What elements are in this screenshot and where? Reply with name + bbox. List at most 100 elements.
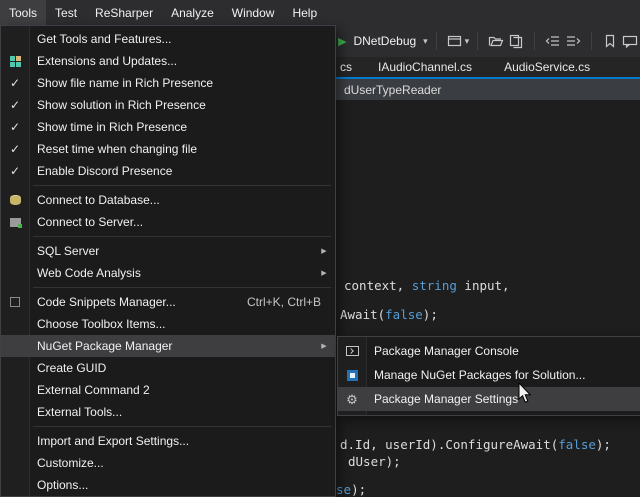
menu-item-label: Connect to Database... bbox=[29, 193, 160, 207]
tab-label: cs bbox=[340, 60, 352, 74]
checkmark-icon: ✓ bbox=[10, 164, 20, 178]
menubar-item-test[interactable]: Test bbox=[46, 0, 86, 25]
menu-item-label: Choose Toolbox Items... bbox=[29, 317, 166, 331]
menu-item-web-code-analysis[interactable]: Web Code Analysis ▶ bbox=[1, 262, 335, 284]
menu-gutter: ✓ bbox=[1, 164, 29, 178]
menu-item-manage-nuget-packages-for-solution[interactable]: Manage NuGet Packages for Solution... bbox=[338, 363, 640, 387]
menu-item-show-solution-rich-presence[interactable]: ✓ Show solution in Rich Presence bbox=[1, 94, 335, 116]
code-snippets-icon bbox=[10, 297, 20, 307]
menu-item-choose-toolbox-items[interactable]: Choose Toolbox Items... bbox=[1, 313, 335, 335]
code-line-duser: dUser); bbox=[348, 454, 401, 469]
checkmark-icon: ✓ bbox=[10, 98, 20, 112]
menu-item-external-tools[interactable]: External Tools... bbox=[1, 401, 335, 423]
menu-item-external-command-2[interactable]: External Command 2 bbox=[1, 379, 335, 401]
menu-item-connect-to-database[interactable]: Connect to Database... bbox=[1, 189, 335, 211]
menu-item-show-file-name-rich-presence[interactable]: ✓ Show file name in Rich Presence bbox=[1, 72, 335, 94]
menu-gutter bbox=[1, 56, 29, 67]
menu-item-package-manager-console[interactable]: Package Manager Console bbox=[338, 339, 640, 363]
code-line-await: Await(false); bbox=[340, 307, 438, 322]
toolbar-separator bbox=[477, 32, 478, 50]
menu-item-sql-server[interactable]: SQL Server ▶ bbox=[1, 240, 335, 262]
tab-label: AudioService.cs bbox=[504, 60, 590, 74]
menu-item-extensions-and-updates[interactable]: Extensions and Updates... bbox=[1, 50, 335, 72]
menu-item-customize[interactable]: Customize... bbox=[1, 452, 335, 474]
menu-item-label: Import and Export Settings... bbox=[29, 434, 189, 448]
menu-item-create-guid[interactable]: Create GUID bbox=[1, 357, 335, 379]
menubar-item-help[interactable]: Help bbox=[283, 0, 326, 25]
menu-item-connect-to-server[interactable]: Connect to Server... bbox=[1, 211, 335, 233]
menu-item-options[interactable]: Options... bbox=[1, 474, 335, 496]
indent-icon[interactable] bbox=[563, 31, 583, 51]
run-target-label: DNetDebug bbox=[353, 34, 416, 48]
code-line-configureawait: d.Id, userId).ConfigureAwait(false); bbox=[340, 437, 611, 452]
menu-item-show-time-rich-presence[interactable]: ✓ Show time in Rich Presence bbox=[1, 116, 335, 138]
menu-item-reset-time-when-changing-file[interactable]: ✓ Reset time when changing file bbox=[1, 138, 335, 160]
menu-item-label: Manage NuGet Packages for Solution... bbox=[366, 368, 585, 382]
menu-gutter bbox=[338, 346, 366, 356]
type-dropdown[interactable]: dUserTypeReader bbox=[344, 83, 441, 97]
menu-separator bbox=[33, 287, 331, 288]
nuget-packages-icon bbox=[347, 370, 358, 381]
code-text: ); bbox=[351, 482, 366, 497]
menu-item-nuget-package-manager[interactable]: NuGet Package Manager ▶ bbox=[1, 335, 335, 357]
menubar-label: Analyze bbox=[171, 6, 214, 20]
gear-icon: ⚙ bbox=[346, 393, 358, 406]
menubar-label: ReSharper bbox=[95, 6, 153, 20]
code-line-signature: context, string input, bbox=[344, 278, 510, 293]
menu-item-label: Code Snippets Manager... bbox=[29, 295, 176, 309]
menu-item-label: Package Manager Settings bbox=[366, 392, 518, 406]
bookmark-icon[interactable] bbox=[600, 31, 620, 51]
menu-gutter bbox=[338, 370, 366, 381]
menu-item-label: External Tools... bbox=[29, 405, 122, 419]
menubar-label: Test bbox=[55, 6, 77, 20]
menu-item-label: NuGet Package Manager bbox=[29, 339, 172, 353]
tools-menu: Get Tools and Features... Extensions and… bbox=[0, 25, 336, 497]
menu-item-code-snippets-manager[interactable]: Code Snippets Manager... Ctrl+K, Ctrl+B bbox=[1, 291, 335, 313]
menu-item-label: Enable Discord Presence bbox=[29, 164, 172, 178]
menu-gutter: ✓ bbox=[1, 76, 29, 90]
menubar-label: Window bbox=[232, 6, 275, 20]
menu-item-get-tools-and-features[interactable]: Get Tools and Features... bbox=[1, 28, 335, 50]
menu-item-enable-discord-presence[interactable]: ✓ Enable Discord Presence bbox=[1, 160, 335, 182]
submenu-arrow-icon: ▶ bbox=[313, 269, 335, 277]
menu-separator bbox=[33, 426, 331, 427]
toolbar-separator bbox=[591, 32, 592, 50]
menubar-item-resharper[interactable]: ReSharper bbox=[86, 0, 162, 25]
code-text: d.Id, userId).ConfigureAwait( bbox=[340, 437, 558, 452]
outdent-icon[interactable] bbox=[543, 31, 563, 51]
attach-to-process-icon[interactable] bbox=[445, 31, 465, 51]
open-folder-icon[interactable] bbox=[486, 31, 506, 51]
menubar-item-tools[interactable]: Tools bbox=[0, 0, 46, 25]
menu-gutter bbox=[1, 195, 29, 205]
run-button[interactable]: ▶ DNetDebug ▾ bbox=[338, 34, 428, 48]
nuget-package-manager-submenu: Package Manager Console Manage NuGet Pac… bbox=[337, 336, 640, 416]
editor-tab-iaudiochannel[interactable]: IAudioChannel.cs bbox=[362, 57, 488, 77]
code-line-tail: se); bbox=[336, 482, 366, 497]
editor-tab-audioservice[interactable]: AudioService.cs bbox=[488, 57, 606, 77]
menu-item-label: Package Manager Console bbox=[366, 344, 519, 358]
code-text: context, bbox=[344, 278, 412, 293]
code-text: ); bbox=[596, 437, 611, 452]
menubar-item-window[interactable]: Window bbox=[223, 0, 284, 25]
comment-icon[interactable] bbox=[620, 31, 640, 51]
server-icon bbox=[10, 218, 21, 227]
menu-item-package-manager-settings[interactable]: ⚙ Package Manager Settings bbox=[338, 387, 640, 411]
menu-item-label: Create GUID bbox=[29, 361, 106, 375]
menu-item-label: Show time in Rich Presence bbox=[29, 120, 187, 134]
chevron-down-icon[interactable]: ▾ bbox=[465, 36, 470, 47]
tab-label: IAudioChannel.cs bbox=[378, 60, 472, 74]
menu-item-label: Show solution in Rich Presence bbox=[29, 98, 206, 112]
code-text: input, bbox=[457, 278, 510, 293]
menu-item-import-and-export-settings[interactable]: Import and Export Settings... bbox=[1, 430, 335, 452]
code-keyword: false bbox=[385, 307, 423, 322]
checkmark-icon: ✓ bbox=[10, 120, 20, 134]
documents-icon[interactable] bbox=[506, 31, 526, 51]
chevron-down-icon[interactable]: ▾ bbox=[423, 36, 428, 47]
menubar-label: Tools bbox=[9, 6, 37, 20]
menu-separator bbox=[33, 236, 331, 237]
menubar-item-analyze[interactable]: Analyze bbox=[162, 0, 223, 25]
checkmark-icon: ✓ bbox=[10, 142, 20, 156]
toolbar-separator bbox=[436, 32, 437, 50]
checkmark-icon: ✓ bbox=[10, 76, 20, 90]
editor-tab-truncated[interactable]: cs bbox=[336, 57, 362, 77]
